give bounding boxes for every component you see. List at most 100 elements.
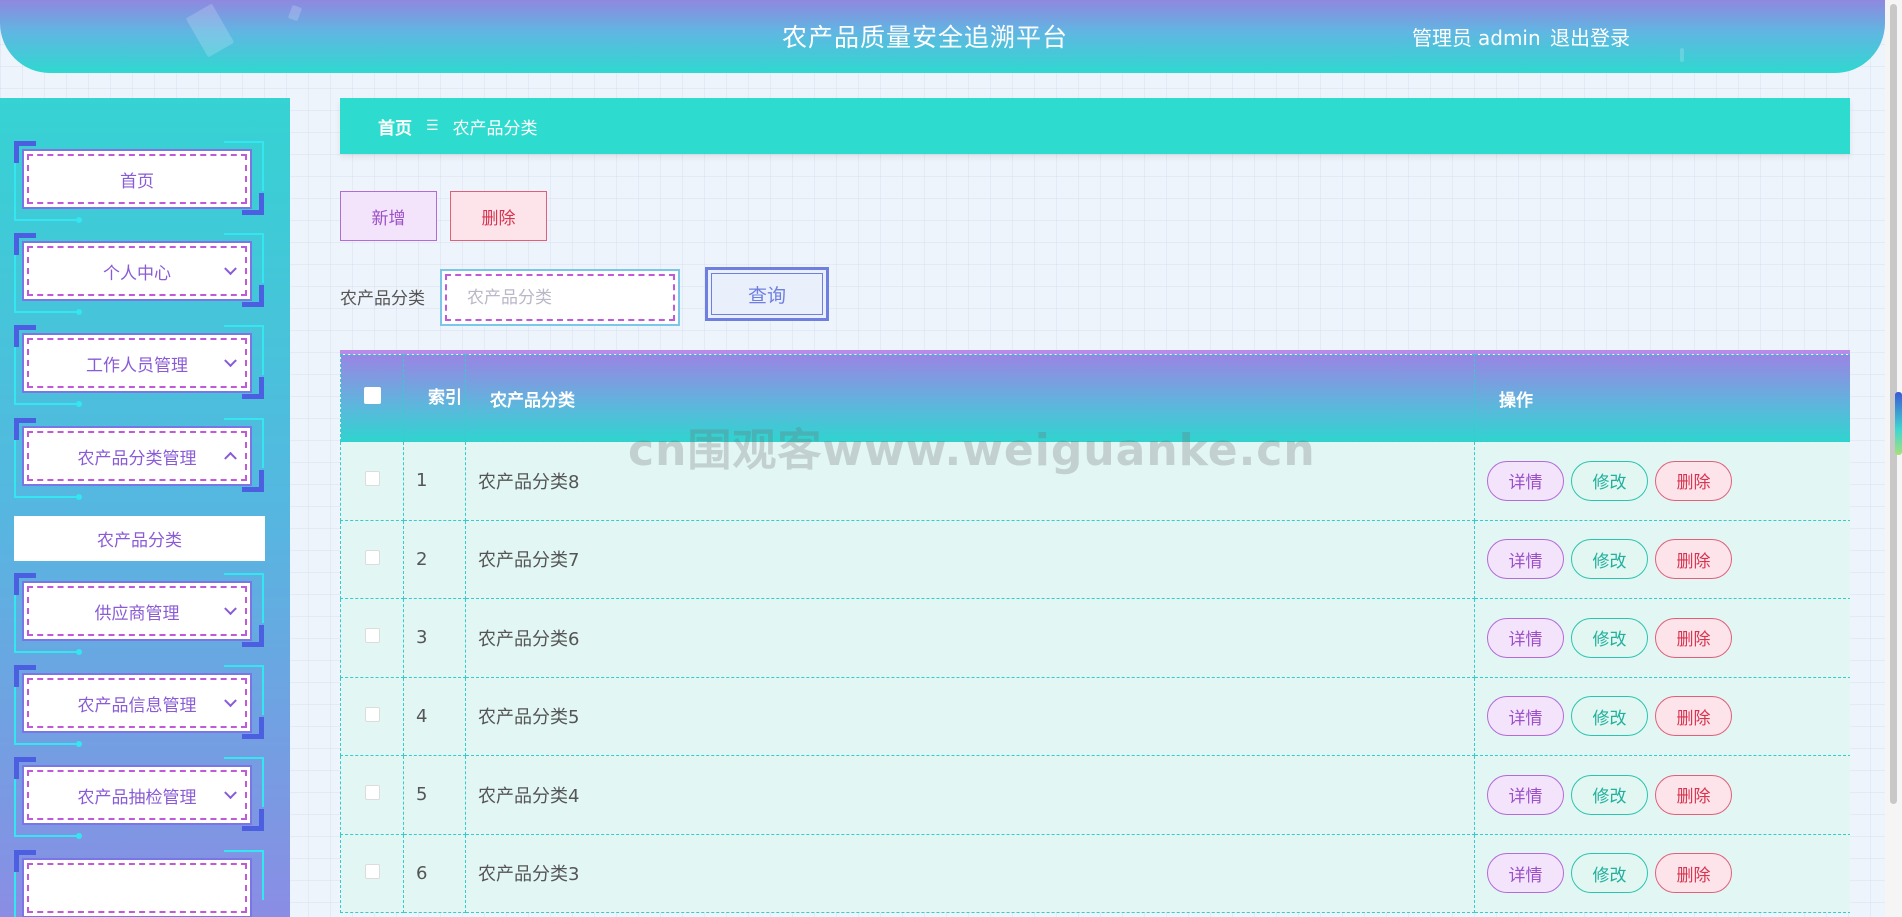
menu-box-inner: 农产品信息管理 xyxy=(27,678,247,728)
page-scrollbar[interactable] xyxy=(1885,0,1902,917)
menu-box xyxy=(22,858,252,917)
delete-button[interactable]: 删除 xyxy=(1655,853,1732,894)
edit-button[interactable]: 修改 xyxy=(1571,539,1648,580)
row-category-name: 农产品分类7 xyxy=(465,519,1475,599)
sidebar-item-staff[interactable]: 工作人员管理 xyxy=(14,325,264,407)
menu-box: 农产品抽检管理 xyxy=(22,765,252,825)
edit-button[interactable]: 修改 xyxy=(1571,617,1648,658)
search-label: 农产品分类 xyxy=(340,289,425,309)
breadcrumb: 首页 ☰ 农产品分类 xyxy=(340,98,1850,154)
delete-button[interactable]: 删除 xyxy=(1655,460,1732,501)
column-header-category: 农产品分类 xyxy=(465,354,1475,442)
menu-box: 首页 xyxy=(22,149,252,209)
row-index: 5 xyxy=(403,755,466,835)
row-category-name: 农产品分类3 xyxy=(465,833,1475,913)
top-header: 农产品质量安全追溯平台 管理员 admin 退出登录 xyxy=(0,0,1885,73)
sidebar-item-label: 农产品分类管理 xyxy=(77,448,197,469)
sidebar-item-label: 农产品信息管理 xyxy=(77,695,197,716)
row-actions: 详情 修改 删除 xyxy=(1474,676,1850,756)
row-actions: 详情 修改 删除 xyxy=(1474,441,1850,521)
row-checkbox[interactable] xyxy=(364,628,380,644)
menu-box: 个人中心 xyxy=(22,241,252,301)
current-user: 管理员 admin xyxy=(1412,22,1541,51)
sidebar-subitem-category[interactable]: 农产品分类 xyxy=(14,516,265,561)
delete-button[interactable]: 删除 xyxy=(1655,696,1732,737)
sidebar-item-product-info[interactable]: 农产品信息管理 xyxy=(14,665,264,747)
detail-button[interactable]: 详情 xyxy=(1487,617,1564,658)
row-index: 6 xyxy=(403,833,466,913)
sidebar-item-label: 供应商管理 xyxy=(94,603,180,624)
row-index: 3 xyxy=(403,598,466,678)
sidebar: 首页 个人中心 工作人员管理 农产品分类管理 农产品分类 供应商管理 农产品信息… xyxy=(0,98,290,917)
sidebar-item-category-management[interactable]: 农产品分类管理 xyxy=(14,418,264,500)
detail-button[interactable]: 详情 xyxy=(1487,696,1564,737)
sidebar-item-more[interactable] xyxy=(14,850,264,917)
menu-box: 供应商管理 xyxy=(22,581,252,641)
row-select-cell xyxy=(340,833,404,913)
scroll-indicator xyxy=(1895,392,1902,455)
row-category-name: 农产品分类5 xyxy=(465,676,1475,756)
menu-box-inner: 农产品抽检管理 xyxy=(27,770,247,820)
table-row: 4 农产品分类5 详情 修改 删除 xyxy=(340,676,1850,756)
row-select-cell xyxy=(340,598,404,678)
delete-button[interactable]: 删除 xyxy=(1655,617,1732,658)
detail-button[interactable]: 详情 xyxy=(1487,539,1564,580)
row-checkbox[interactable] xyxy=(364,471,380,487)
sidebar-item-supplier[interactable]: 供应商管理 xyxy=(14,573,264,655)
row-category-name: 农产品分类4 xyxy=(465,755,1475,835)
row-select-cell xyxy=(340,519,404,599)
sidebar-item-home[interactable]: 首页 xyxy=(14,141,264,223)
chevron-up-icon xyxy=(224,451,237,465)
menu-box-inner: 个人中心 xyxy=(27,246,247,296)
table-row: 3 农产品分类6 详情 修改 删除 xyxy=(340,598,1850,678)
row-checkbox[interactable] xyxy=(364,549,380,565)
menu-box-inner: 首页 xyxy=(27,154,247,204)
sidebar-item-label: 农产品抽检管理 xyxy=(77,787,197,808)
edit-button[interactable]: 修改 xyxy=(1571,774,1648,815)
row-actions: 详情 修改 删除 xyxy=(1474,833,1850,913)
row-category-name: 农产品分类8 xyxy=(465,441,1475,521)
sidebar-item-label: 首页 xyxy=(120,171,154,192)
menu-frame-dot xyxy=(76,217,82,223)
menu-box: 工作人员管理 xyxy=(22,333,252,393)
user-name: admin xyxy=(1478,26,1541,50)
row-checkbox[interactable] xyxy=(364,863,380,879)
detail-button[interactable]: 详情 xyxy=(1487,460,1564,501)
detail-button[interactable]: 详情 xyxy=(1487,853,1564,894)
chevron-down-icon xyxy=(224,602,237,616)
sidebar-item-inspection[interactable]: 农产品抽检管理 xyxy=(14,757,264,839)
search-input-wrapper xyxy=(440,269,680,326)
row-select-cell xyxy=(340,755,404,835)
breadcrumb-home[interactable]: 首页 xyxy=(378,114,412,139)
edit-button[interactable]: 修改 xyxy=(1571,696,1648,737)
chevron-down-icon xyxy=(224,354,237,368)
edit-button[interactable]: 修改 xyxy=(1571,853,1648,894)
menu-box: 农产品分类管理 xyxy=(22,426,252,486)
menu-box-inner: 农产品分类管理 xyxy=(27,431,247,481)
detail-button[interactable]: 详情 xyxy=(1487,774,1564,815)
logout-link[interactable]: 退出登录 xyxy=(1550,22,1630,51)
sidebar-item-personal-center[interactable]: 个人中心 xyxy=(14,233,264,315)
table-row: 1 农产品分类8 详情 修改 删除 xyxy=(340,441,1850,521)
edit-button[interactable]: 修改 xyxy=(1571,460,1648,501)
chevron-down-icon xyxy=(224,262,237,276)
query-button[interactable]: 查询 xyxy=(705,267,829,321)
table-header-row: 索引 农产品分类 操作 xyxy=(340,354,1850,442)
select-all-checkbox[interactable] xyxy=(363,387,381,404)
sidebar-item-label: 工作人员管理 xyxy=(86,355,188,376)
delete-button[interactable]: 删除 xyxy=(1655,539,1732,580)
sidebar-item-label: 个人中心 xyxy=(103,263,171,284)
delete-button[interactable]: 删除 xyxy=(1655,774,1732,815)
row-checkbox[interactable] xyxy=(364,706,380,722)
add-button[interactable]: 新增 xyxy=(340,191,437,241)
menu-frame-dot xyxy=(76,309,82,315)
menu-frame-dot xyxy=(76,741,82,747)
batch-delete-button[interactable]: 删除 xyxy=(450,191,547,241)
search-input[interactable] xyxy=(445,274,675,321)
row-select-cell xyxy=(340,676,404,756)
table-row: 5 农产品分类4 详情 修改 删除 xyxy=(340,755,1850,835)
row-checkbox[interactable] xyxy=(364,785,380,801)
row-actions: 详情 修改 删除 xyxy=(1474,519,1850,599)
menu-frame-dot xyxy=(76,649,82,655)
row-actions: 详情 修改 删除 xyxy=(1474,598,1850,678)
